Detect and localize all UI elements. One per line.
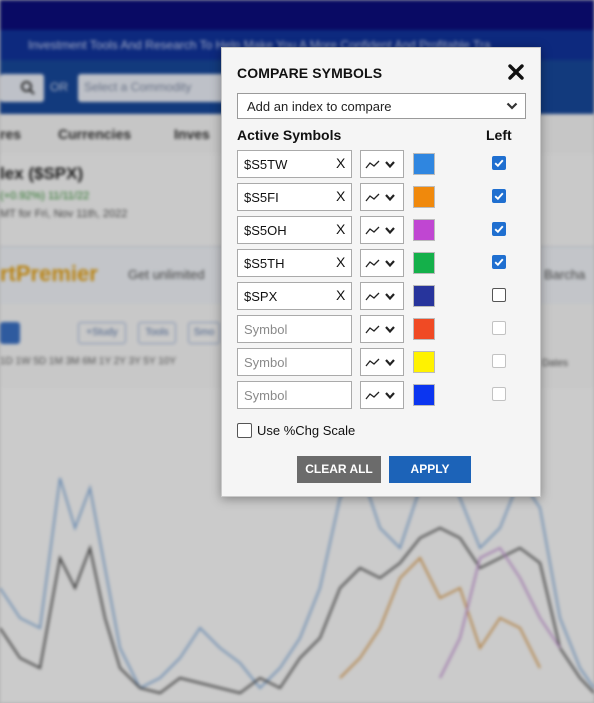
symbol-value: $SPX (244, 289, 278, 304)
line-type-select[interactable] (360, 249, 404, 277)
clear-symbol-button[interactable]: X (336, 188, 345, 204)
line-chart-chevron-icon (365, 193, 395, 202)
line-chart-chevron-icon (365, 226, 395, 235)
close-icon[interactable] (506, 62, 526, 82)
left-axis-checkbox[interactable] (492, 189, 506, 203)
line-type-select[interactable] (360, 381, 404, 409)
dialog-title: COMPARE SYMBOLS (237, 65, 383, 81)
index-compare-select[interactable]: Add an index to compare (237, 93, 526, 119)
line-type-select[interactable] (360, 216, 404, 244)
line-type-select[interactable] (360, 150, 404, 178)
symbol-row: $S5TW X (237, 150, 527, 178)
left-axis-checkbox[interactable] (492, 354, 506, 368)
line-type-select[interactable] (360, 282, 404, 310)
symbol-row: $S5FI X (237, 183, 527, 211)
color-swatch[interactable] (413, 219, 435, 241)
symbol-value: $S5OH (244, 223, 287, 238)
checkmark-icon (494, 258, 504, 267)
symbol-value: $S5TH (244, 256, 285, 271)
symbol-row: $S5OH X (237, 216, 527, 244)
symbol-placeholder: Symbol (244, 388, 288, 403)
line-chart-chevron-icon (365, 391, 395, 400)
color-swatch[interactable] (413, 351, 435, 373)
symbol-row: $S5TH X (237, 249, 527, 277)
left-axis-checkbox[interactable] (492, 288, 506, 302)
clear-symbol-button[interactable]: X (336, 221, 345, 237)
symbol-row: Symbol (237, 348, 527, 376)
symbol-input[interactable]: $SPX X (237, 282, 352, 310)
symbol-row: Symbol (237, 381, 527, 409)
left-axis-checkbox[interactable] (492, 156, 506, 170)
chevron-down-icon (506, 102, 518, 110)
color-swatch[interactable] (413, 153, 435, 175)
compare-symbols-dialog: COMPARE SYMBOLS Add an index to compare … (221, 47, 541, 497)
color-swatch[interactable] (413, 384, 435, 406)
symbol-input[interactable]: $S5FI X (237, 183, 352, 211)
pct-change-scale-checkbox[interactable] (237, 423, 252, 438)
left-axis-checkbox[interactable] (492, 387, 506, 401)
left-axis-checkbox[interactable] (492, 255, 506, 269)
color-swatch[interactable] (413, 285, 435, 307)
line-type-select[interactable] (360, 348, 404, 376)
left-axis-header: Left (486, 127, 512, 143)
symbol-value: $S5FI (244, 190, 279, 205)
symbol-input[interactable]: $S5TH X (237, 249, 352, 277)
symbol-input[interactable]: $S5OH X (237, 216, 352, 244)
line-chart-chevron-icon (365, 325, 395, 334)
checkmark-icon (494, 192, 504, 201)
symbol-input[interactable]: Symbol (237, 381, 352, 409)
pct-change-scale-label: Use %Chg Scale (257, 423, 356, 438)
index-compare-select-label: Add an index to compare (247, 99, 392, 114)
line-type-select[interactable] (360, 183, 404, 211)
checkmark-icon (494, 159, 504, 168)
apply-button[interactable]: APPLY (389, 456, 471, 483)
left-axis-checkbox[interactable] (492, 321, 506, 335)
clear-symbol-button[interactable]: X (336, 155, 345, 171)
symbol-placeholder: Symbol (244, 322, 288, 337)
symbol-input[interactable]: $S5TW X (237, 150, 352, 178)
line-chart-chevron-icon (365, 292, 395, 301)
symbol-value: $S5TW (244, 157, 288, 172)
symbol-input[interactable]: Symbol (237, 315, 352, 343)
symbol-placeholder: Symbol (244, 355, 288, 370)
left-axis-checkbox[interactable] (492, 222, 506, 236)
clear-symbol-button[interactable]: X (336, 254, 345, 270)
checkmark-icon (494, 225, 504, 234)
color-swatch[interactable] (413, 318, 435, 340)
line-chart-chevron-icon (365, 358, 395, 367)
color-swatch[interactable] (413, 252, 435, 274)
line-type-select[interactable] (360, 315, 404, 343)
clear-symbol-button[interactable]: X (336, 287, 345, 303)
clear-all-button[interactable]: CLEAR ALL (297, 456, 381, 483)
color-swatch[interactable] (413, 186, 435, 208)
line-chart-chevron-icon (365, 259, 395, 268)
symbol-row: $SPX X (237, 282, 527, 310)
symbol-row: Symbol (237, 315, 527, 343)
active-symbols-header: Active Symbols (237, 127, 342, 143)
line-chart-chevron-icon (365, 160, 395, 169)
symbol-input[interactable]: Symbol (237, 348, 352, 376)
